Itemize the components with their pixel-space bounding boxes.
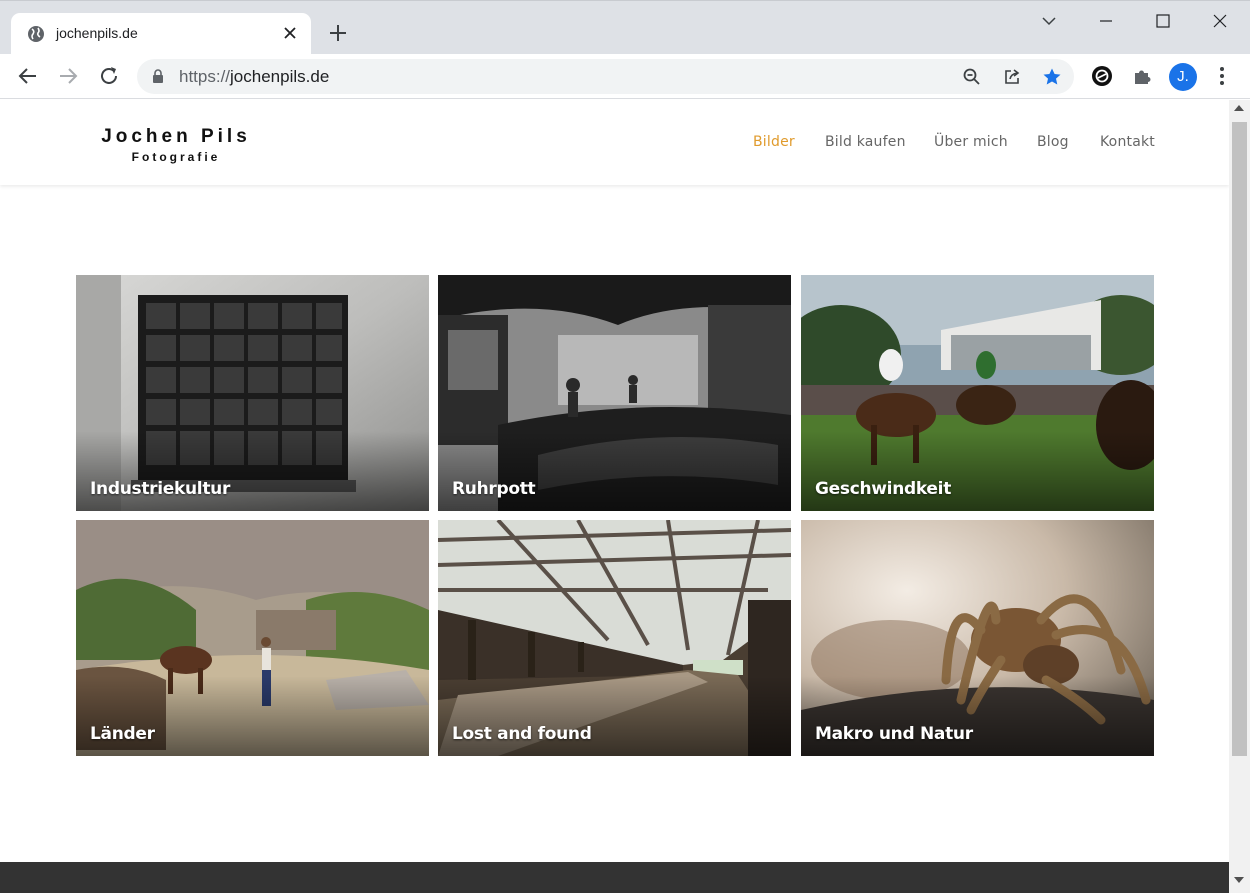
tile-shade bbox=[438, 676, 791, 756]
close-icon[interactable] bbox=[281, 24, 299, 42]
tile-shade bbox=[801, 676, 1154, 756]
tile-label: Lost and found bbox=[452, 724, 592, 744]
tile-shade bbox=[76, 431, 429, 511]
tile-label: Länder bbox=[90, 724, 155, 744]
share-icon[interactable] bbox=[1002, 67, 1022, 87]
tile-shade bbox=[438, 431, 791, 511]
maximize-icon[interactable] bbox=[1151, 9, 1175, 33]
back-icon[interactable] bbox=[16, 64, 40, 88]
url-text[interactable]: https://jochenpils.de bbox=[179, 67, 329, 87]
star-icon[interactable] bbox=[1042, 67, 1062, 87]
web-page: Jochen Pils Fotografie Bilder Bild kaufe… bbox=[0, 100, 1229, 893]
gallery-tile-industriekultur[interactable]: Industriekultur bbox=[76, 275, 429, 511]
lock-icon[interactable] bbox=[151, 69, 165, 83]
tab-strip: jochenpils.de bbox=[0, 0, 1250, 55]
tile-shade bbox=[801, 431, 1154, 511]
nav-bild-kaufen[interactable]: Bild kaufen bbox=[825, 134, 906, 150]
tile-label: Ruhrpott bbox=[452, 479, 536, 499]
gallery-tile-ruhrpott[interactable]: Ruhrpott bbox=[438, 275, 791, 511]
tab-title: jochenpils.de bbox=[56, 25, 138, 41]
plus-icon[interactable] bbox=[327, 22, 349, 44]
globe-icon bbox=[28, 26, 44, 42]
url-protocol: https:// bbox=[179, 67, 231, 86]
kebab-menu-icon[interactable] bbox=[1211, 65, 1233, 87]
site-header: Jochen Pils Fotografie Bilder Bild kaufe… bbox=[0, 100, 1229, 185]
puzzle-icon[interactable] bbox=[1131, 65, 1153, 87]
extension-e-icon[interactable] bbox=[1091, 65, 1113, 87]
tile-label: Makro und Natur bbox=[815, 724, 973, 744]
site-logo[interactable]: Jochen Pils Fotografie bbox=[96, 126, 256, 164]
gallery-tile-makro-und-natur[interactable]: Makro und Natur bbox=[801, 520, 1154, 756]
zoom-icon[interactable] bbox=[962, 67, 982, 87]
tile-shade bbox=[76, 676, 429, 756]
reload-icon[interactable] bbox=[97, 64, 121, 88]
gallery-tile-lost-and-found[interactable]: Lost and found bbox=[438, 520, 791, 756]
forward-icon[interactable] bbox=[56, 64, 80, 88]
gallery-tile-laender[interactable]: Länder bbox=[76, 520, 429, 756]
minimize-icon[interactable] bbox=[1094, 9, 1118, 33]
nav-ueber-mich[interactable]: Über mich bbox=[934, 134, 1008, 150]
profile-avatar[interactable]: J. bbox=[1169, 63, 1197, 91]
tile-label: Geschwindkeit bbox=[815, 479, 952, 499]
window-close-icon[interactable] bbox=[1208, 9, 1232, 33]
nav-kontakt[interactable]: Kontakt bbox=[1100, 134, 1155, 150]
scroll-down-arrow-icon[interactable] bbox=[1234, 877, 1244, 883]
chevron-down-icon[interactable] bbox=[1037, 9, 1061, 33]
logo-subtitle: Fotografie bbox=[131, 150, 221, 164]
nav-blog[interactable]: Blog bbox=[1037, 134, 1069, 150]
scrollbar-thumb[interactable] bbox=[1232, 122, 1247, 756]
nav-bilder[interactable]: Bilder bbox=[753, 134, 795, 150]
gallery-tile-geschwindkeit[interactable]: Geschwindkeit bbox=[801, 275, 1154, 511]
browser-tab[interactable]: jochenpils.de bbox=[11, 13, 311, 55]
vertical-scrollbar[interactable] bbox=[1229, 100, 1250, 893]
site-footer bbox=[0, 862, 1229, 893]
url-host: jochenpils.de bbox=[230, 67, 330, 86]
tile-label: Industriekultur bbox=[90, 479, 231, 499]
address-bar[interactable]: https://jochenpils.de bbox=[137, 59, 1074, 94]
browser-toolbar: https://jochenpils.de bbox=[0, 54, 1250, 99]
logo-name: Jochen Pils bbox=[101, 126, 251, 147]
scroll-up-arrow-icon[interactable] bbox=[1234, 105, 1244, 111]
